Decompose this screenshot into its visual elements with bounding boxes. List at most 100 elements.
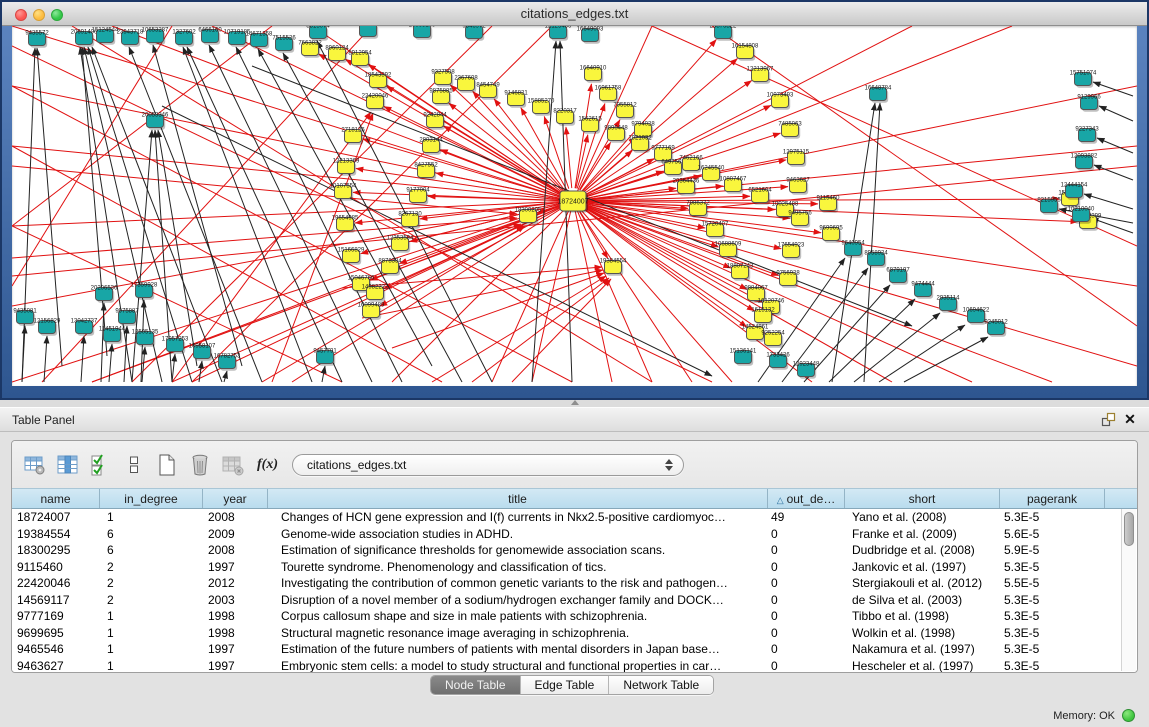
table-cell[interactable]: 2009 [203, 526, 268, 543]
zoom-window-button[interactable] [51, 9, 63, 21]
table-cell[interactable]: Investigating the contribution of common… [268, 575, 768, 592]
table-row[interactable]: 977716911998Corpus callosum shape and si… [12, 608, 1137, 625]
table-cell[interactable]: 5.3E-5 [1000, 658, 1105, 674]
table-cell[interactable]: 1998 [203, 625, 268, 642]
show-columns-button[interactable] [55, 452, 81, 478]
table-row[interactable]: 969969511998Structural magnetic resonanc… [12, 625, 1137, 642]
table-cell[interactable]: Genome-wide association studies in ADHD. [268, 526, 768, 543]
table-cell[interactable]: 5.3E-5 [1000, 559, 1105, 576]
table-cell[interactable]: 6 [100, 526, 203, 543]
table-cell[interactable]: 0 [768, 608, 845, 625]
select-all-button[interactable] [88, 452, 114, 478]
table-cell[interactable]: Wolkin et al. (1998) [845, 625, 1000, 642]
table-cell[interactable]: 5.6E-5 [1000, 526, 1105, 543]
table-row[interactable]: 946362711997Embryonic stem cells: a mode… [12, 658, 1137, 674]
table-cell[interactable]: 1997 [203, 658, 268, 674]
new-table-button[interactable] [154, 452, 180, 478]
delete-table-button[interactable] [187, 452, 213, 478]
table-options-button[interactable] [22, 452, 48, 478]
table-cell[interactable]: 2008 [203, 509, 268, 526]
table-cell[interactable]: 1 [100, 658, 203, 674]
column-header-title[interactable]: title [268, 489, 768, 508]
table-cell[interactable]: Tourette syndrome. Phenomenology and cla… [268, 559, 768, 576]
table-cell[interactable]: 2008 [203, 542, 268, 559]
table-cell[interactable]: 0 [768, 658, 845, 674]
column-header-year[interactable]: year [203, 489, 268, 508]
table-cell[interactable]: 18300295 [12, 542, 100, 559]
table-cell[interactable]: 9777169 [12, 608, 100, 625]
table-cell[interactable]: Stergiakouli et al. (2012) [845, 575, 1000, 592]
table-cell[interactable]: Corpus callosum shape and size in male p… [268, 608, 768, 625]
table-cell[interactable]: Nakamura et al. (1997) [845, 641, 1000, 658]
table-cell[interactable]: 6 [100, 542, 203, 559]
table-cell[interactable]: 0 [768, 592, 845, 609]
table-cell[interactable]: 2 [100, 559, 203, 576]
window-titlebar[interactable]: citations_edges.txt [2, 2, 1147, 26]
minimize-window-button[interactable] [33, 9, 45, 21]
table-cell[interactable]: Estimation of significance thresholds fo… [268, 542, 768, 559]
table-cell[interactable]: Disruption of a novel member of a sodium… [268, 592, 768, 609]
table-row[interactable]: 946554611997Estimation of the future num… [12, 641, 1137, 658]
table-row[interactable]: 911546021997Tourette syndrome. Phenomeno… [12, 559, 1137, 576]
table-cell[interactable]: 0 [768, 575, 845, 592]
float-panel-button[interactable] [1097, 410, 1119, 430]
table-cell[interactable]: 0 [768, 542, 845, 559]
table-cell[interactable]: 5.3E-5 [1000, 625, 1105, 642]
table-cell[interactable]: 22420046 [12, 575, 100, 592]
table-cell[interactable]: 0 [768, 526, 845, 543]
function-builder-button[interactable]: f(x) [257, 457, 278, 473]
table-cell[interactable]: Embryonic stem cells: a model to study s… [268, 658, 768, 674]
table-cell[interactable]: 2 [100, 575, 203, 592]
table-cell[interactable]: Estimation of the future numbers of pati… [268, 641, 768, 658]
table-cell[interactable]: 14569117 [12, 592, 100, 609]
split-pane-divider[interactable] [0, 400, 1149, 407]
table-cell[interactable]: 9699695 [12, 625, 100, 642]
table-cell[interactable]: 5.9E-5 [1000, 542, 1105, 559]
tab-network-table[interactable]: Network Table [609, 676, 713, 694]
table-cell[interactable]: 9115460 [12, 559, 100, 576]
column-header-pagerank[interactable]: pagerank [1000, 489, 1105, 508]
table-cell[interactable]: Franke et al. (2009) [845, 526, 1000, 543]
table-cell[interactable]: 9465546 [12, 641, 100, 658]
table-cell[interactable]: 18724007 [12, 509, 100, 526]
table-cell[interactable]: 2012 [203, 575, 268, 592]
table-cell[interactable]: 5.3E-5 [1000, 509, 1105, 526]
table-row[interactable]: 1456911722003Disruption of a novel membe… [12, 592, 1137, 609]
table-cell[interactable]: 1997 [203, 559, 268, 576]
table-cell[interactable]: 19384554 [12, 526, 100, 543]
table-cell[interactable]: 1998 [203, 608, 268, 625]
table-cell[interactable]: 9463627 [12, 658, 100, 674]
table-cell[interactable]: 1 [100, 625, 203, 642]
table-cell[interactable]: 1997 [203, 641, 268, 658]
table-cell[interactable]: 1 [100, 509, 203, 526]
table-cell[interactable]: de Silva et al. (2003) [845, 592, 1000, 609]
table-row[interactable]: 1938455462009Genome-wide association stu… [12, 526, 1137, 543]
table-select-dropdown[interactable]: citations_edges.txt [292, 454, 684, 476]
table-cell[interactable]: Jankovic et al. (1997) [845, 559, 1000, 576]
column-header-short[interactable]: short [845, 489, 1000, 508]
tab-node-table[interactable]: Node Table [431, 676, 521, 694]
table-cell[interactable]: 5.3E-5 [1000, 592, 1105, 609]
table-cell[interactable]: 5.3E-5 [1000, 641, 1105, 658]
network-canvas[interactable]: 7663822896012489129541854339222420046271… [12, 26, 1137, 386]
table-cell[interactable]: 0 [768, 625, 845, 642]
table-row[interactable]: 2242004622012Investigating the contribut… [12, 575, 1137, 592]
table-cell[interactable]: Tibbo et al. (1998) [845, 608, 1000, 625]
table-cell[interactable]: 1 [100, 641, 203, 658]
vertical-scrollbar[interactable] [1121, 509, 1136, 671]
close-panel-button[interactable]: ✕ [1119, 410, 1141, 430]
row-height-button[interactable] [121, 452, 147, 478]
column-header-in_degree[interactable]: in_degree [100, 489, 203, 508]
table-cell[interactable]: 0 [768, 641, 845, 658]
column-header-out_de[interactable]: △out_de… [768, 489, 845, 508]
table-cell[interactable]: Dudbridge et al. (2008) [845, 542, 1000, 559]
table-row[interactable]: 1872400712008Changes of HCN gene express… [12, 509, 1137, 526]
table-cell[interactable]: 5.5E-5 [1000, 575, 1105, 592]
column-header-name[interactable]: name [12, 489, 100, 508]
close-window-button[interactable] [15, 9, 27, 21]
table-cell[interactable]: 0 [768, 559, 845, 576]
table-cell[interactable]: 1 [100, 608, 203, 625]
table-cell[interactable]: Structural magnetic resonance image aver… [268, 625, 768, 642]
table-cell[interactable]: Changes of HCN gene expression and I(f) … [268, 509, 768, 526]
table-row[interactable]: 1830029562008Estimation of significance … [12, 542, 1137, 559]
